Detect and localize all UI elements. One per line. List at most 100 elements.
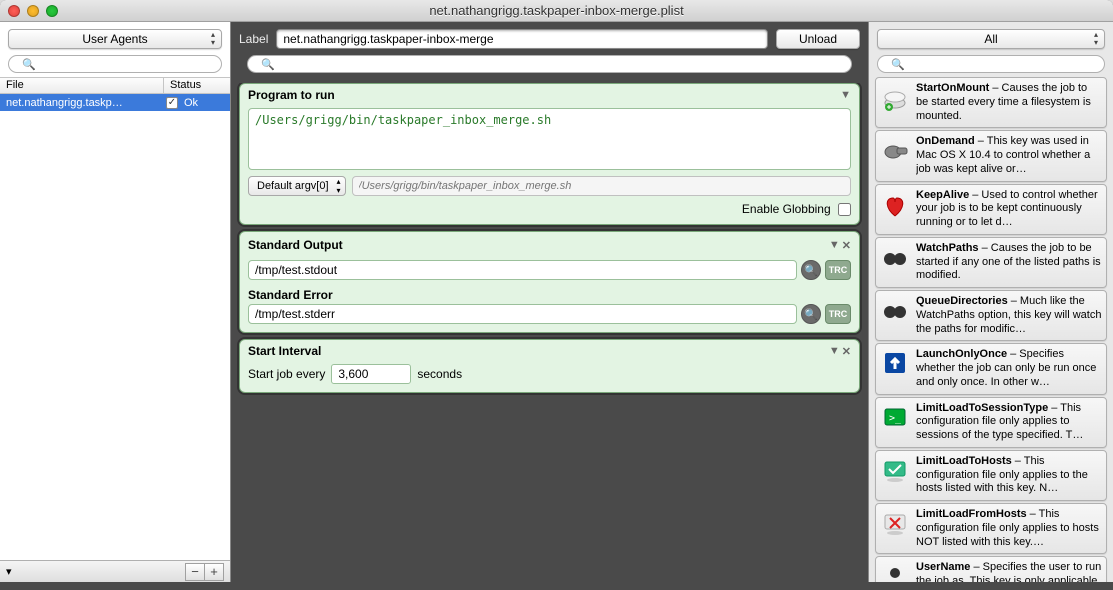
- host-ok-icon: [880, 455, 910, 485]
- key-item[interactable]: QueueDirectories – Much like the WatchPa…: [875, 290, 1107, 341]
- argv-select[interactable]: Default argv[0] ▴▾: [248, 176, 346, 196]
- reveal-stderr-button[interactable]: 🔍: [801, 304, 821, 324]
- sidebar-search-input[interactable]: [8, 55, 222, 73]
- key-item[interactable]: LimitLoadToHosts – This configuration fi…: [875, 450, 1107, 501]
- program-panel-title: Program to run: [248, 88, 335, 102]
- minimize-window[interactable]: [27, 5, 39, 17]
- remove-button[interactable]: −: [185, 563, 205, 581]
- file-list: net.nathangrigg.taskp… Ok: [0, 94, 230, 560]
- key-text: OnDemand – This key was used in Mac OS X…: [916, 135, 1102, 176]
- close-icon[interactable]: ✕: [842, 345, 851, 358]
- close-window[interactable]: [8, 5, 20, 17]
- key-list: StartOnMount – Causes the job to be star…: [869, 77, 1113, 582]
- key-item[interactable]: OnDemand – This key was used in Mac OS X…: [875, 130, 1107, 181]
- key-text: StartOnMount – Causes the job to be star…: [916, 82, 1102, 123]
- heart-icon: [880, 189, 910, 219]
- header-file[interactable]: File: [0, 78, 164, 93]
- chevron-updown-icon: ▴▾: [337, 177, 341, 195]
- file-list-header: File Status: [0, 77, 230, 94]
- header-status[interactable]: Status: [164, 78, 230, 93]
- host-no-icon: [880, 508, 910, 538]
- collapse-icon[interactable]: ▼: [840, 89, 851, 101]
- label-caption: Label: [239, 32, 268, 46]
- arrow-icon: [880, 348, 910, 378]
- sidebar: User Agents ▴▾ 🔍 File Status net.nathang…: [0, 22, 231, 582]
- trc-stdout-button[interactable]: TRC: [825, 260, 851, 280]
- titlebar: net.nathangrigg.taskpaper-inbox-merge.pl…: [0, 0, 1113, 22]
- file-name: net.nathangrigg.taskp…: [0, 97, 164, 109]
- rightbar: All ▴▾ 🔍 StartOnMount – Causes the job t…: [868, 22, 1113, 582]
- interval-prefix: Start job every: [248, 367, 325, 381]
- binoc-icon: [880, 295, 910, 325]
- collapse-icon[interactable]: ▼: [829, 345, 840, 358]
- key-item[interactable]: StartOnMount – Causes the job to be star…: [875, 77, 1107, 128]
- key-name: LaunchOnlyOnce: [916, 348, 1007, 360]
- reveal-stdout-button[interactable]: 🔍: [801, 260, 821, 280]
- add-button[interactable]: +: [204, 563, 224, 581]
- search-icon: 🔍: [22, 58, 36, 71]
- key-name: WatchPaths: [916, 242, 979, 254]
- whistle-icon: [880, 135, 910, 165]
- stdout-input[interactable]: [248, 260, 797, 280]
- key-item[interactable]: LimitLoadFromHosts – This configuration …: [875, 503, 1107, 554]
- filter-icon[interactable]: ▾: [6, 565, 186, 578]
- key-name: UserName: [916, 561, 970, 573]
- argv-input: [352, 176, 851, 196]
- program-panel: Program to run ▼ /Users/grigg/bin/taskpa…: [239, 83, 860, 225]
- binoc-icon: [880, 242, 910, 272]
- key-text: LimitLoadToSessionType – This configurat…: [916, 402, 1102, 443]
- key-item[interactable]: LaunchOnlyOnce – Specifies whether the j…: [875, 343, 1107, 394]
- interval-title: Start Interval: [248, 344, 321, 358]
- collapse-icon[interactable]: ▼: [829, 239, 840, 252]
- term-icon: [880, 402, 910, 432]
- key-text: WatchPaths – Causes the job to be starte…: [916, 242, 1102, 283]
- zoom-window[interactable]: [46, 5, 58, 17]
- center-search-input[interactable]: [247, 55, 852, 73]
- key-text: LaunchOnlyOnce – Specifies whether the j…: [916, 348, 1102, 389]
- key-text: LimitLoadFromHosts – This configuration …: [916, 508, 1102, 549]
- key-text: UserName – Specifies the user to run the…: [916, 561, 1102, 582]
- interval-suffix: seconds: [417, 367, 462, 381]
- stderr-input[interactable]: [248, 304, 797, 324]
- user-icon: [880, 561, 910, 582]
- key-name: LimitLoadFromHosts: [916, 508, 1027, 520]
- chevron-updown-icon: ▴▾: [1094, 31, 1098, 47]
- key-item[interactable]: UserName – Specifies the user to run the…: [875, 556, 1107, 582]
- label-input[interactable]: [276, 29, 768, 49]
- search-icon: 🔍: [891, 58, 905, 71]
- unload-button[interactable]: Unload: [776, 29, 860, 49]
- close-icon[interactable]: ✕: [842, 239, 851, 252]
- disk-icon: [880, 82, 910, 112]
- sidebar-footer: ▾ − +: [0, 560, 230, 582]
- key-text: LimitLoadToHosts – This configuration fi…: [916, 455, 1102, 496]
- key-item[interactable]: LimitLoadToSessionType – This configurat…: [875, 397, 1107, 448]
- stderr-label: Standard Error: [248, 286, 851, 304]
- key-item[interactable]: KeepAlive – Used to control whether your…: [875, 184, 1107, 235]
- key-name: LimitLoadToHosts: [916, 455, 1012, 467]
- interval-input[interactable]: [331, 364, 411, 384]
- key-name: StartOnMount: [916, 82, 989, 94]
- keys-category-select[interactable]: All ▴▾: [877, 29, 1105, 49]
- globbing-checkbox[interactable]: [838, 203, 851, 216]
- center-pane: Label Unload 🔍 Program to run ▼: [231, 22, 868, 582]
- window-controls: [8, 5, 58, 17]
- file-enabled-checkbox[interactable]: [166, 97, 178, 109]
- program-path[interactable]: /Users/grigg/bin/taskpaper_inbox_merge.s…: [248, 108, 851, 170]
- key-text: QueueDirectories – Much like the WatchPa…: [916, 295, 1102, 336]
- trc-stderr-button[interactable]: TRC: [825, 304, 851, 324]
- window-title: net.nathangrigg.taskpaper-inbox-merge.pl…: [0, 3, 1113, 18]
- globbing-label: Enable Globbing: [742, 202, 831, 216]
- agent-category-select[interactable]: User Agents ▴▾: [8, 29, 222, 49]
- io-panel: Standard Output ▼✕ 🔍 TRC Standard Error …: [239, 231, 860, 333]
- rightbar-search-input[interactable]: [877, 55, 1105, 73]
- key-name: KeepAlive: [916, 189, 969, 201]
- key-name: OnDemand: [916, 135, 975, 147]
- key-name: LimitLoadToSessionType: [916, 402, 1048, 414]
- app-window: net.nathangrigg.taskpaper-inbox-merge.pl…: [0, 0, 1113, 590]
- search-icon: 🔍: [261, 58, 275, 71]
- agent-category-label: User Agents: [82, 32, 147, 46]
- key-name: QueueDirectories: [916, 295, 1008, 307]
- key-item[interactable]: WatchPaths – Causes the job to be starte…: [875, 237, 1107, 288]
- file-row[interactable]: net.nathangrigg.taskp… Ok: [0, 94, 230, 111]
- stdout-label: Standard Output: [248, 236, 343, 254]
